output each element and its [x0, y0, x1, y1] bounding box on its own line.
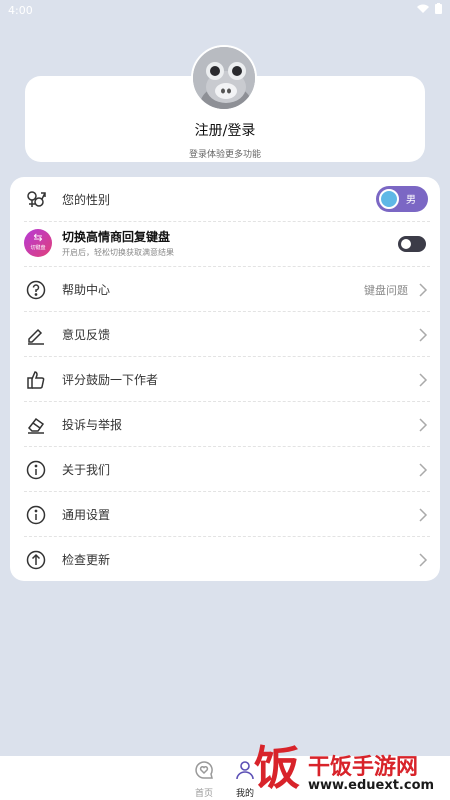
chevron-right-icon [419, 372, 428, 387]
question-circle-icon [24, 278, 48, 302]
help-extra: 键盘问题 [364, 283, 408, 297]
tab-home[interactable]: 首页 [184, 760, 224, 800]
info-circle-icon [24, 458, 48, 482]
eraser-icon [24, 413, 48, 437]
gender-row: 您的性别 男 [10, 177, 440, 222]
chevron-right-icon [419, 417, 428, 432]
update-label: 检查更新 [62, 553, 111, 567]
watermark-url: www.eduext.com [308, 778, 435, 793]
wifi-icon [417, 4, 429, 17]
toggle-knob [401, 239, 411, 249]
avatar[interactable] [191, 45, 257, 111]
keyboard-switch-subtitle: 开启后，轻松切换获取满意结果 [62, 248, 174, 257]
gender-label: 您的性别 [62, 193, 111, 207]
status-time: 4:00 [8, 3, 33, 17]
feedback-label: 意见反馈 [62, 328, 111, 342]
menu-item-feedback[interactable]: 意见反馈 [10, 312, 440, 357]
keyboard-switch-title: 切换高情商回复键盘 [62, 230, 171, 244]
keyboard-switch-row: ⇆ 切键盘 切换高情商回复键盘 开启后，轻松切换获取满意结果 [10, 222, 440, 267]
chevron-right-icon [419, 282, 428, 297]
battery-icon [435, 3, 442, 17]
report-label: 投诉与举报 [62, 418, 123, 432]
chevron-right-icon [419, 552, 428, 567]
menu-item-help[interactable]: 帮助中心 键盘问题 [10, 267, 440, 312]
keyboard-switch-toggle[interactable] [398, 236, 426, 252]
login-subtitle: 登录体验更多功能 [188, 150, 261, 160]
tab-home-label: 首页 [194, 789, 213, 799]
watermark: 饭 干饭手游网 www.eduext.com [252, 740, 450, 800]
watermark-title: 干饭手游网 [308, 755, 419, 780]
watermark-logo: 饭 [254, 741, 300, 795]
gender-avatar-icon [379, 189, 399, 209]
menu-item-about[interactable]: 关于我们 [10, 447, 440, 492]
gender-icon [24, 188, 48, 212]
rate-label: 评分鼓励一下作者 [62, 373, 159, 387]
menu-item-settings[interactable]: 通用设置 [10, 492, 440, 537]
chevron-right-icon [419, 462, 428, 477]
login-title[interactable]: 注册/登录 [0, 120, 450, 140]
help-label: 帮助中心 [62, 283, 111, 297]
pencil-icon [24, 323, 48, 347]
info-circle-icon [24, 503, 48, 527]
settings-label: 通用设置 [62, 508, 111, 522]
chevron-right-icon [419, 327, 428, 342]
menu-item-update[interactable]: 检查更新 [10, 537, 440, 582]
logo-caption: 切键盘 [30, 245, 46, 251]
status-bar: 4:00 [0, 0, 450, 20]
gender-toggle[interactable]: 男 [376, 186, 428, 212]
gender-value: 男 [406, 195, 416, 206]
arrow-up-circle-icon [24, 548, 48, 572]
status-icons [417, 3, 442, 17]
menu-card: 您的性别 男 ⇆ 切键盘 切换高情商回复键盘 开启后，轻松切换获取满意结果 帮助… [10, 177, 440, 581]
menu-item-rate[interactable]: 评分鼓励一下作者 [10, 357, 440, 402]
heart-chat-icon [195, 761, 213, 779]
thumbs-up-icon [24, 368, 48, 392]
swap-arrows-icon: ⇆ [33, 231, 43, 244]
keyboard-app-logo: ⇆ 切键盘 [24, 229, 52, 257]
chevron-right-icon [419, 507, 428, 522]
about-label: 关于我们 [62, 463, 111, 477]
menu-item-report[interactable]: 投诉与举报 [10, 402, 440, 447]
